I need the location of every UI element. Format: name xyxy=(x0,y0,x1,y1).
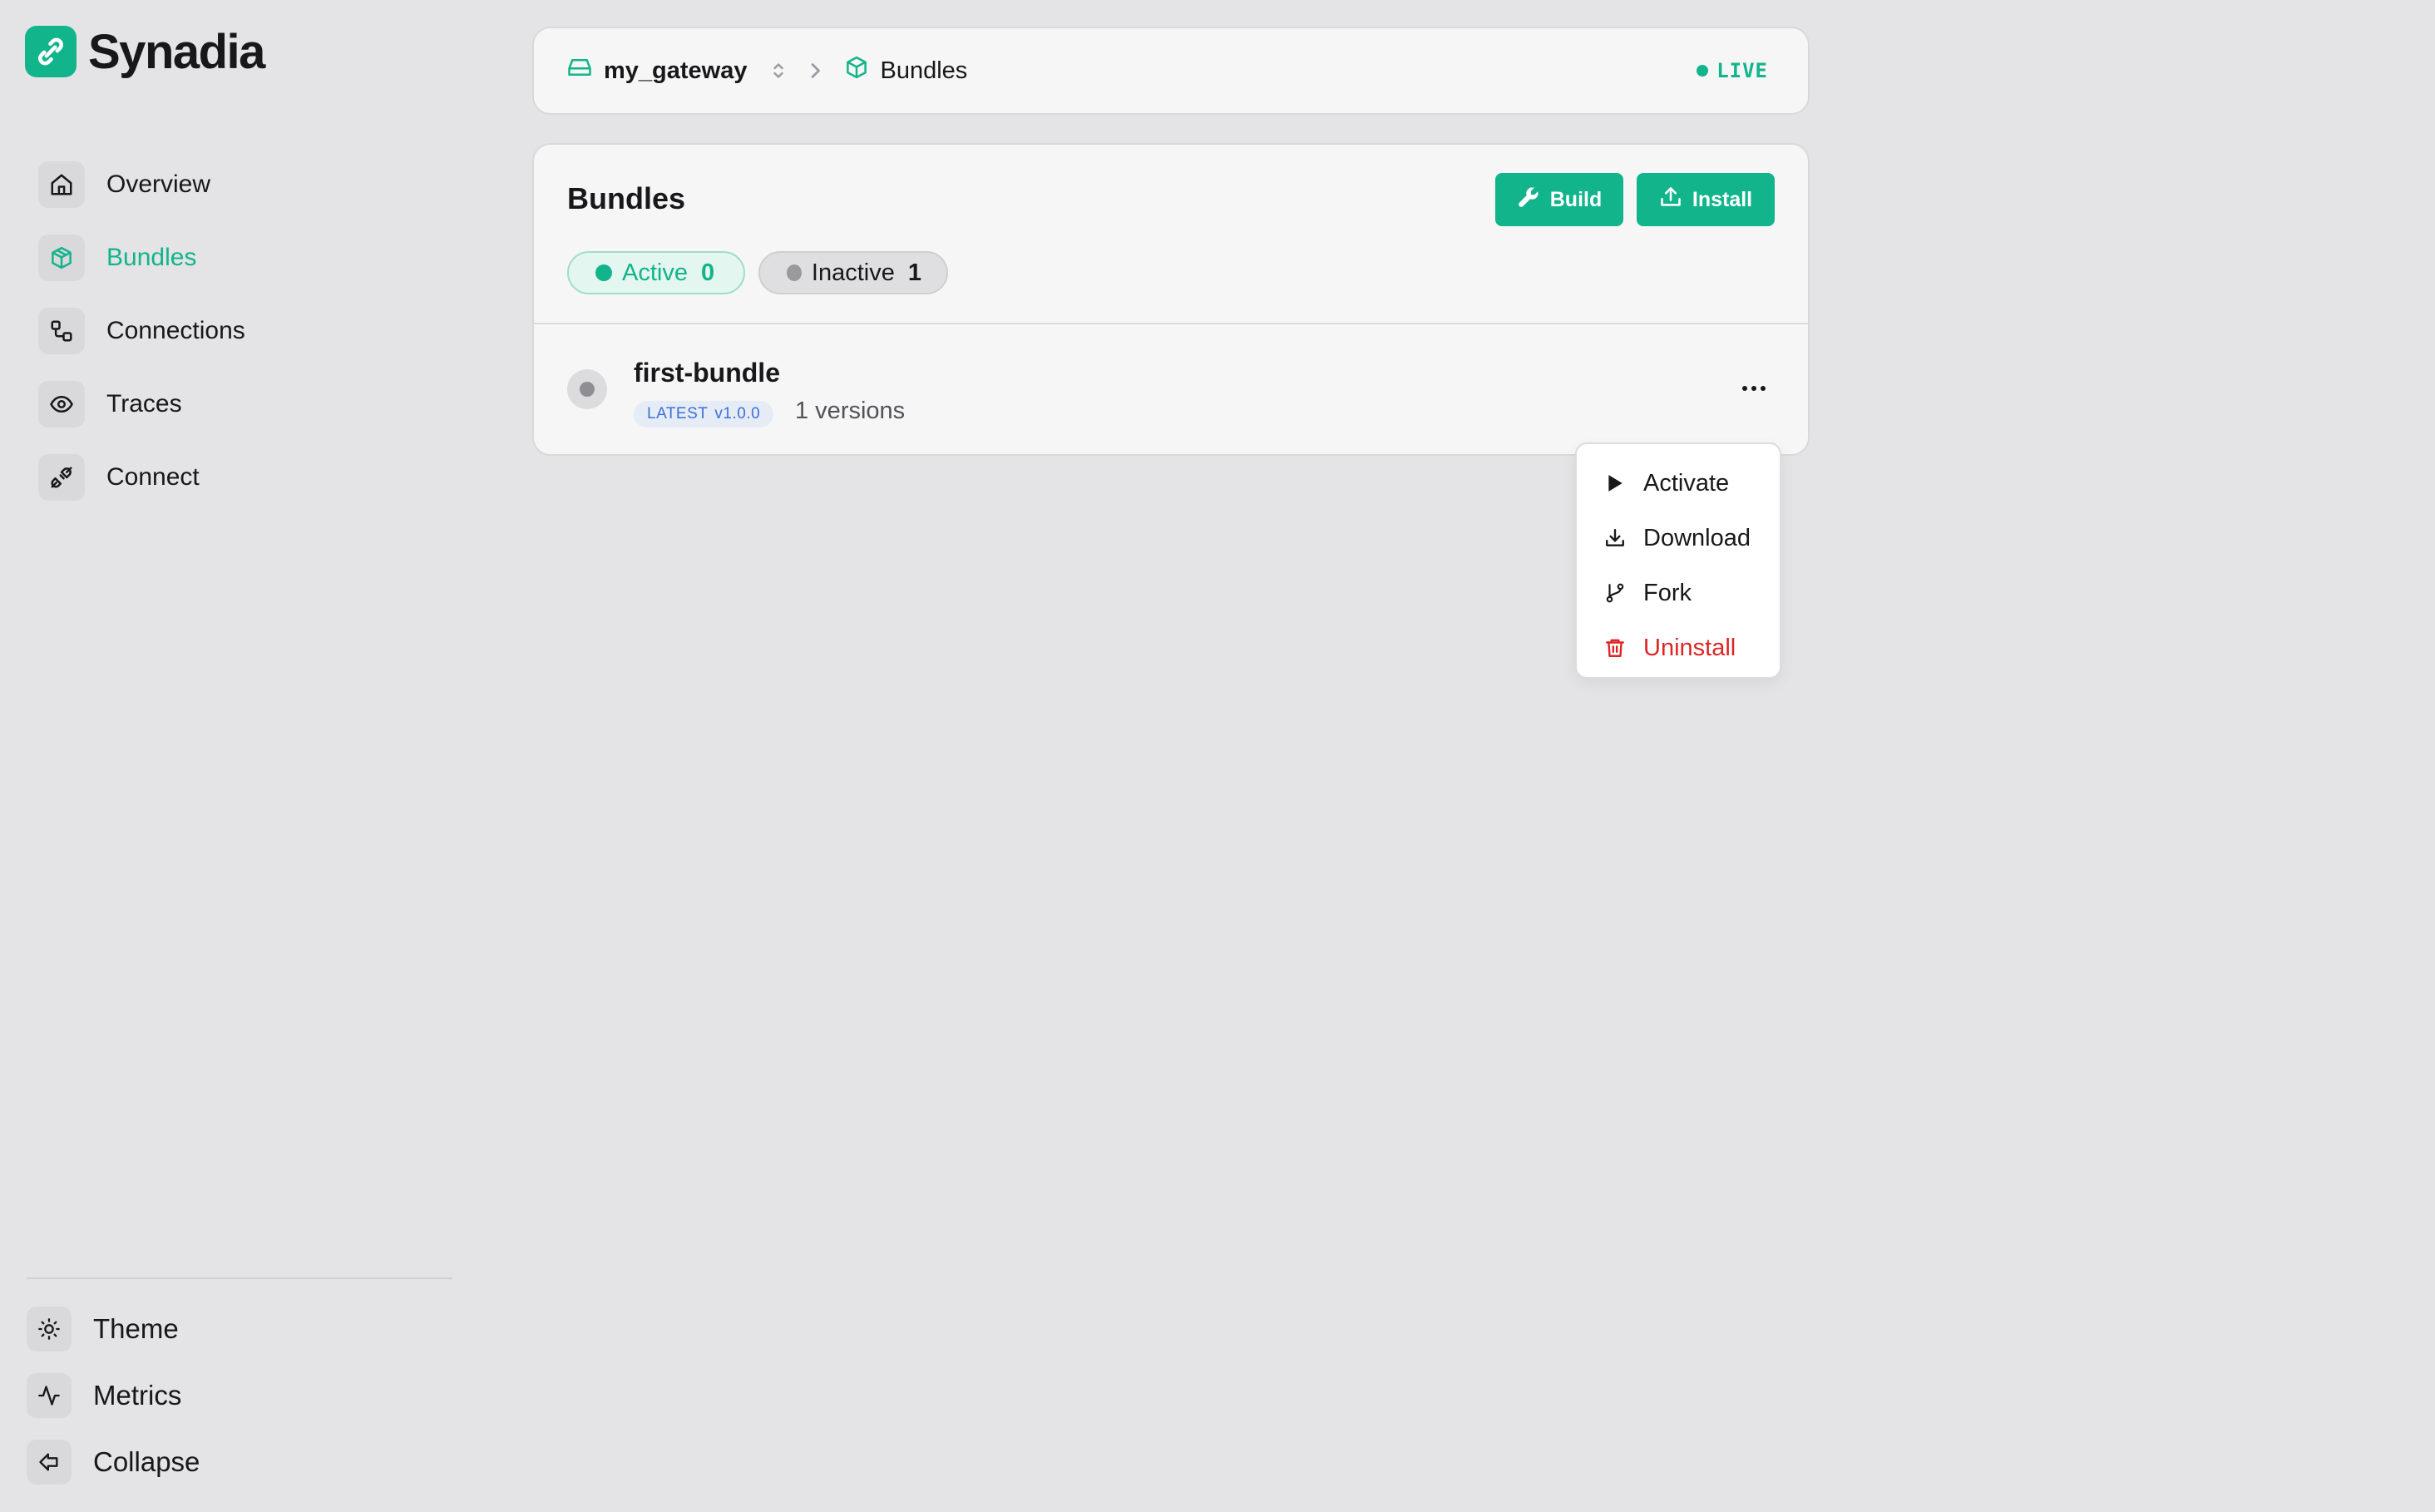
sidebar-item-label: Connect xyxy=(106,463,200,491)
filter-inactive-count: 1 xyxy=(907,259,921,286)
header-bar: my_gateway Bundles LIVE xyxy=(532,27,1810,115)
more-dots-icon xyxy=(1742,386,1747,391)
breadcrumb-page: Bundles xyxy=(880,57,968,84)
theme-button[interactable]: Theme xyxy=(27,1296,442,1362)
cube-icon xyxy=(844,55,869,86)
live-dot-icon xyxy=(1697,65,1709,77)
trash-icon xyxy=(1603,636,1627,660)
menu-item-label: Download xyxy=(1643,524,1751,551)
version-badge: LATEST v1.0.0 xyxy=(634,401,774,427)
gateway-name: my_gateway xyxy=(604,57,748,84)
sidebar-item-label: Traces xyxy=(106,390,182,418)
build-label: Build xyxy=(1549,187,1603,211)
menu-item-label: Activate xyxy=(1643,469,1730,497)
install-label: Install xyxy=(1692,187,1753,211)
more-actions-button[interactable] xyxy=(1733,368,1775,409)
play-icon xyxy=(1603,472,1627,495)
app-root: Synadia Overview Bundles Connections Tra… xyxy=(0,0,2435,1512)
activity-icon xyxy=(27,1373,72,1418)
sun-icon xyxy=(27,1307,72,1351)
sidebar-item-bundles[interactable]: Bundles xyxy=(38,221,454,294)
fork-icon xyxy=(1603,581,1627,605)
menu-item-uninstall[interactable]: Uninstall xyxy=(1577,620,1780,675)
cube-icon xyxy=(38,235,85,281)
theme-label: Theme xyxy=(93,1313,179,1344)
sidebar: Synadia Overview Bundles Connections Tra… xyxy=(0,0,482,1512)
filter-active[interactable]: Active 0 xyxy=(567,251,745,294)
sidebar-nav: Overview Bundles Connections Traces Conn… xyxy=(38,148,454,514)
sidebar-item-label: Connections xyxy=(106,317,245,344)
sidebar-item-label: Overview xyxy=(106,170,211,198)
filter-inactive-label: Inactive xyxy=(811,259,895,286)
active-dot-icon xyxy=(595,264,612,281)
brand[interactable]: Synadia xyxy=(25,24,265,79)
versions-count: 1 versions xyxy=(795,398,906,424)
sidebar-divider xyxy=(27,1277,452,1279)
menu-item-download[interactable]: Download xyxy=(1577,511,1780,566)
live-status-text: LIVE xyxy=(1716,59,1768,82)
metrics-label: Metrics xyxy=(93,1380,182,1411)
metrics-button[interactable]: Metrics xyxy=(27,1362,442,1429)
menu-item-activate[interactable]: Activate xyxy=(1577,456,1780,511)
page-title: Bundles xyxy=(567,181,686,215)
build-button[interactable]: Build xyxy=(1495,173,1623,226)
collapse-label: Collapse xyxy=(93,1446,200,1477)
bundle-name[interactable]: first-bundle xyxy=(634,358,780,388)
home-icon xyxy=(38,161,85,208)
gateway-selector[interactable]: my_gateway xyxy=(567,55,786,86)
download-icon xyxy=(1603,526,1627,550)
live-status-badge: LIVE xyxy=(1697,28,1768,113)
filter-active-count: 0 xyxy=(700,259,715,286)
upload-icon xyxy=(1659,185,1682,215)
sidebar-item-overview[interactable]: Overview xyxy=(38,148,454,221)
collapse-arrow-icon xyxy=(27,1440,72,1485)
wrench-icon xyxy=(1517,185,1540,215)
breadcrumb: my_gateway Bundles xyxy=(567,28,967,113)
bundles-panel: Bundles Build Install Active 0 Inactive … xyxy=(532,143,1810,456)
sidebar-item-connect[interactable]: Connect xyxy=(38,441,454,514)
version-badge-version: v1.0.0 xyxy=(714,405,761,422)
sidebar-item-label: Bundles xyxy=(106,244,197,271)
plug-icon xyxy=(38,454,85,501)
inactive-status-icon xyxy=(567,369,607,409)
synadia-logo-icon xyxy=(25,26,77,77)
bundle-row[interactable]: first-bundle LATEST v1.0.0 1 versions xyxy=(534,324,1808,454)
breadcrumb-current[interactable]: Bundles xyxy=(844,55,968,86)
menu-item-label: Fork xyxy=(1643,579,1692,606)
sidebar-bottom: Theme Metrics Collapse xyxy=(27,1296,442,1495)
brand-name: Synadia xyxy=(88,24,265,79)
server-icon xyxy=(567,55,592,86)
chevron-right-icon xyxy=(808,61,822,81)
bundle-actions-menu: Activate Download Fork Uninstall xyxy=(1575,442,1781,679)
filter-inactive[interactable]: Inactive 1 xyxy=(758,251,948,294)
version-badge-tag: LATEST xyxy=(647,405,709,422)
inactive-dot-icon xyxy=(787,264,802,281)
menu-item-label: Uninstall xyxy=(1643,634,1736,661)
chevron-up-down-icon xyxy=(771,61,786,81)
sidebar-item-traces[interactable]: Traces xyxy=(38,368,454,441)
filter-active-label: Active xyxy=(622,259,688,286)
install-button[interactable]: Install xyxy=(1637,173,1775,226)
menu-item-fork[interactable]: Fork xyxy=(1577,566,1780,620)
eye-icon xyxy=(38,381,85,427)
connections-icon xyxy=(38,308,85,354)
collapse-button[interactable]: Collapse xyxy=(27,1429,442,1495)
sidebar-item-connections[interactable]: Connections xyxy=(38,294,454,368)
